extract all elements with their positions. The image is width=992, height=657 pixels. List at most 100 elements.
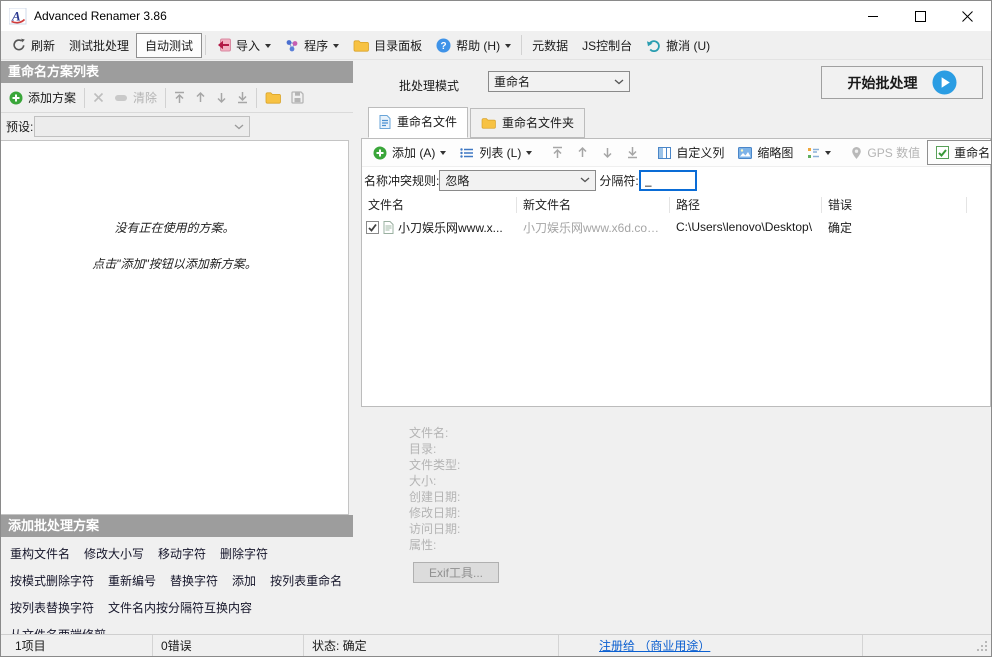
- move-down-button[interactable]: [211, 87, 232, 108]
- move-bottom-button[interactable]: [232, 87, 253, 108]
- toolbar-separator: [165, 87, 167, 108]
- method-toolbar: 添加方案 清除: [1, 83, 353, 113]
- column-header-filename[interactable]: 文件名: [362, 196, 517, 213]
- thumbnails-button[interactable]: 缩略图: [731, 140, 800, 165]
- help-button[interactable]: ? 帮助 (H): [429, 33, 518, 58]
- detail-label-attributes: 属性:: [409, 538, 437, 552]
- exif-tool-button[interactable]: Exif工具...: [413, 562, 499, 583]
- add-method-section-header: 添加批处理方案: [1, 515, 353, 537]
- file-move-top-button[interactable]: [545, 142, 570, 163]
- method-link-change-case[interactable]: 修改大小写: [84, 545, 144, 562]
- test-batch-button[interactable]: 测试批处理: [62, 33, 136, 58]
- start-batch-button[interactable]: 开始批处理: [821, 66, 983, 99]
- minimize-button[interactable]: [850, 1, 897, 31]
- method-link-swap-by-separator[interactable]: 文件名内按分隔符互换内容: [108, 599, 252, 616]
- method-list-panel: 重命名方案列表 添加方案 清除 预设: 没有正在使用的方案。 点击"添加"按钮以…: [1, 61, 353, 642]
- method-list-header: 重命名方案列表: [1, 61, 353, 83]
- programs-button[interactable]: 程序: [278, 33, 346, 58]
- row-checkbox-checked[interactable]: [366, 220, 379, 234]
- add-files-button[interactable]: 添加 (A): [366, 140, 453, 165]
- file-table-header: 文件名 新文件名 路径 错误: [362, 193, 990, 216]
- arrow-up-icon: [196, 91, 205, 102]
- conflict-rule-label: 名称冲突规则:: [364, 173, 440, 188]
- group-options-button[interactable]: [800, 143, 838, 163]
- conflict-rule-select[interactable]: 忽略: [439, 169, 597, 191]
- file-details-panel: 文件名: 目录: 文件类型: 大小: 创建日期: 修改日期: 访问日期: 属性:…: [361, 409, 991, 634]
- undo-button[interactable]: 撤消 (U): [639, 33, 717, 58]
- method-link-renumber[interactable]: 重新编号: [108, 572, 156, 589]
- tab-rename-folders[interactable]: 重命名文件夹: [470, 108, 586, 138]
- dir-panel-button[interactable]: 目录面板: [346, 33, 429, 58]
- list-view-button[interactable]: 列表 (L): [453, 140, 539, 165]
- play-icon: [931, 70, 957, 95]
- tab-rename-files[interactable]: 重命名文件: [368, 107, 469, 138]
- method-link-remove-pattern[interactable]: 按模式删除字符: [10, 572, 94, 589]
- method-list-empty-area: 没有正在使用的方案。 点击"添加"按钮以添加新方案。: [1, 140, 349, 515]
- main-toolbar: 刷新 测试批处理 自动测试 导入 程序 目录面板 ? 帮助 (H) 元数据 JS…: [1, 31, 991, 60]
- method-link-list: 重构文件名 修改大小写 移动字符 删除字符 按模式删除字符 重新编号 替换字符 …: [1, 537, 353, 642]
- import-button[interactable]: 导入: [209, 33, 278, 58]
- register-link[interactable]: 注册给 （商业用途）: [599, 637, 710, 654]
- gps-values-button[interactable]: GPS 数值: [844, 140, 927, 165]
- preset-select[interactable]: [34, 116, 251, 137]
- clear-methods-button[interactable]: 清除: [109, 85, 162, 110]
- add-method-button[interactable]: 添加方案: [4, 85, 81, 110]
- detail-label-filetype: 文件类型:: [409, 458, 461, 472]
- cell-filename: 小刀娱乐网www.x...: [362, 219, 517, 236]
- open-method-file-button[interactable]: [260, 87, 286, 108]
- grouped-list-icon: [808, 147, 820, 158]
- column-header-path[interactable]: 路径: [670, 196, 822, 213]
- toolbar-separator: [205, 35, 207, 55]
- rename-match-toggle[interactable]: 重命名匹配: [927, 140, 991, 165]
- method-link-remove-chars[interactable]: 删除字符: [220, 545, 268, 562]
- undo-icon: [647, 39, 660, 52]
- maximize-button[interactable]: [897, 1, 944, 31]
- folder-icon: [265, 92, 281, 104]
- svg-text:?: ?: [441, 41, 447, 52]
- detail-label-filename: 文件名:: [409, 426, 449, 440]
- remove-icon: [93, 92, 104, 103]
- auto-test-button[interactable]: 自动测试: [136, 32, 203, 58]
- custom-columns-button[interactable]: 自定义列: [651, 140, 731, 165]
- move-top-button[interactable]: [169, 87, 190, 108]
- column-header-new-filename[interactable]: 新文件名: [517, 196, 670, 213]
- detail-label-size: 大小:: [409, 474, 437, 488]
- app-logo-icon: A: [9, 7, 27, 25]
- columns-icon: [658, 146, 672, 159]
- method-link-move-chars[interactable]: 移动字符: [158, 545, 206, 562]
- arrow-up-icon: [578, 146, 587, 157]
- metadata-button[interactable]: 元数据: [525, 33, 575, 58]
- method-link-add[interactable]: 添加: [232, 572, 256, 589]
- method-link-rebuild-filename[interactable]: 重构文件名: [10, 545, 70, 562]
- arrow-down-icon: [217, 93, 226, 104]
- batch-mode-select[interactable]: 重命名: [488, 71, 630, 92]
- status-bar: 1项目 0错误 状态: 确定 注册给 （商业用途）: [1, 634, 991, 656]
- chevron-down-icon: [526, 151, 533, 158]
- file-move-up-button[interactable]: [570, 142, 595, 163]
- remove-method-button[interactable]: [88, 88, 109, 107]
- js-console-button[interactable]: JS控制台: [575, 33, 639, 58]
- column-header-error[interactable]: 错误: [822, 196, 967, 213]
- close-button[interactable]: [944, 1, 991, 31]
- resize-grip[interactable]: [976, 640, 988, 652]
- file-move-bottom-button[interactable]: [620, 142, 645, 163]
- detail-label-directory: 目录:: [409, 442, 437, 456]
- method-link-replace[interactable]: 替换字符: [170, 572, 218, 589]
- method-link-list-rename[interactable]: 按列表重命名: [270, 572, 342, 589]
- move-up-button[interactable]: [190, 87, 211, 108]
- status-error-count: 0错误: [153, 635, 304, 656]
- empty-message-line2: 点击"添加"按钮以添加新方案。: [92, 257, 257, 271]
- chevron-down-icon: [333, 43, 340, 51]
- table-row[interactable]: 小刀娱乐网www.x... 小刀娱乐网www.x6d.com.... C:\Us…: [362, 216, 990, 238]
- file-panel: 批处理模式 重命名 开始批处理 重命名文件 重命名文件夹 添加 (A) 列表 (…: [361, 61, 991, 634]
- arrow-down-icon: [603, 148, 612, 159]
- method-link-list-replace[interactable]: 按列表替换字符: [10, 599, 94, 616]
- file-move-down-button[interactable]: [595, 142, 620, 163]
- file-toolbar: 添加 (A) 列表 (L) 自定义列 缩略图 GPS 数值 重命名: [362, 139, 991, 167]
- save-method-file-button[interactable]: [286, 87, 309, 108]
- rename-match-icon: [936, 146, 950, 159]
- separator-input[interactable]: [638, 169, 697, 191]
- add-icon: [373, 146, 387, 159]
- refresh-button[interactable]: 刷新: [5, 33, 62, 58]
- gps-pin-icon: [852, 146, 862, 159]
